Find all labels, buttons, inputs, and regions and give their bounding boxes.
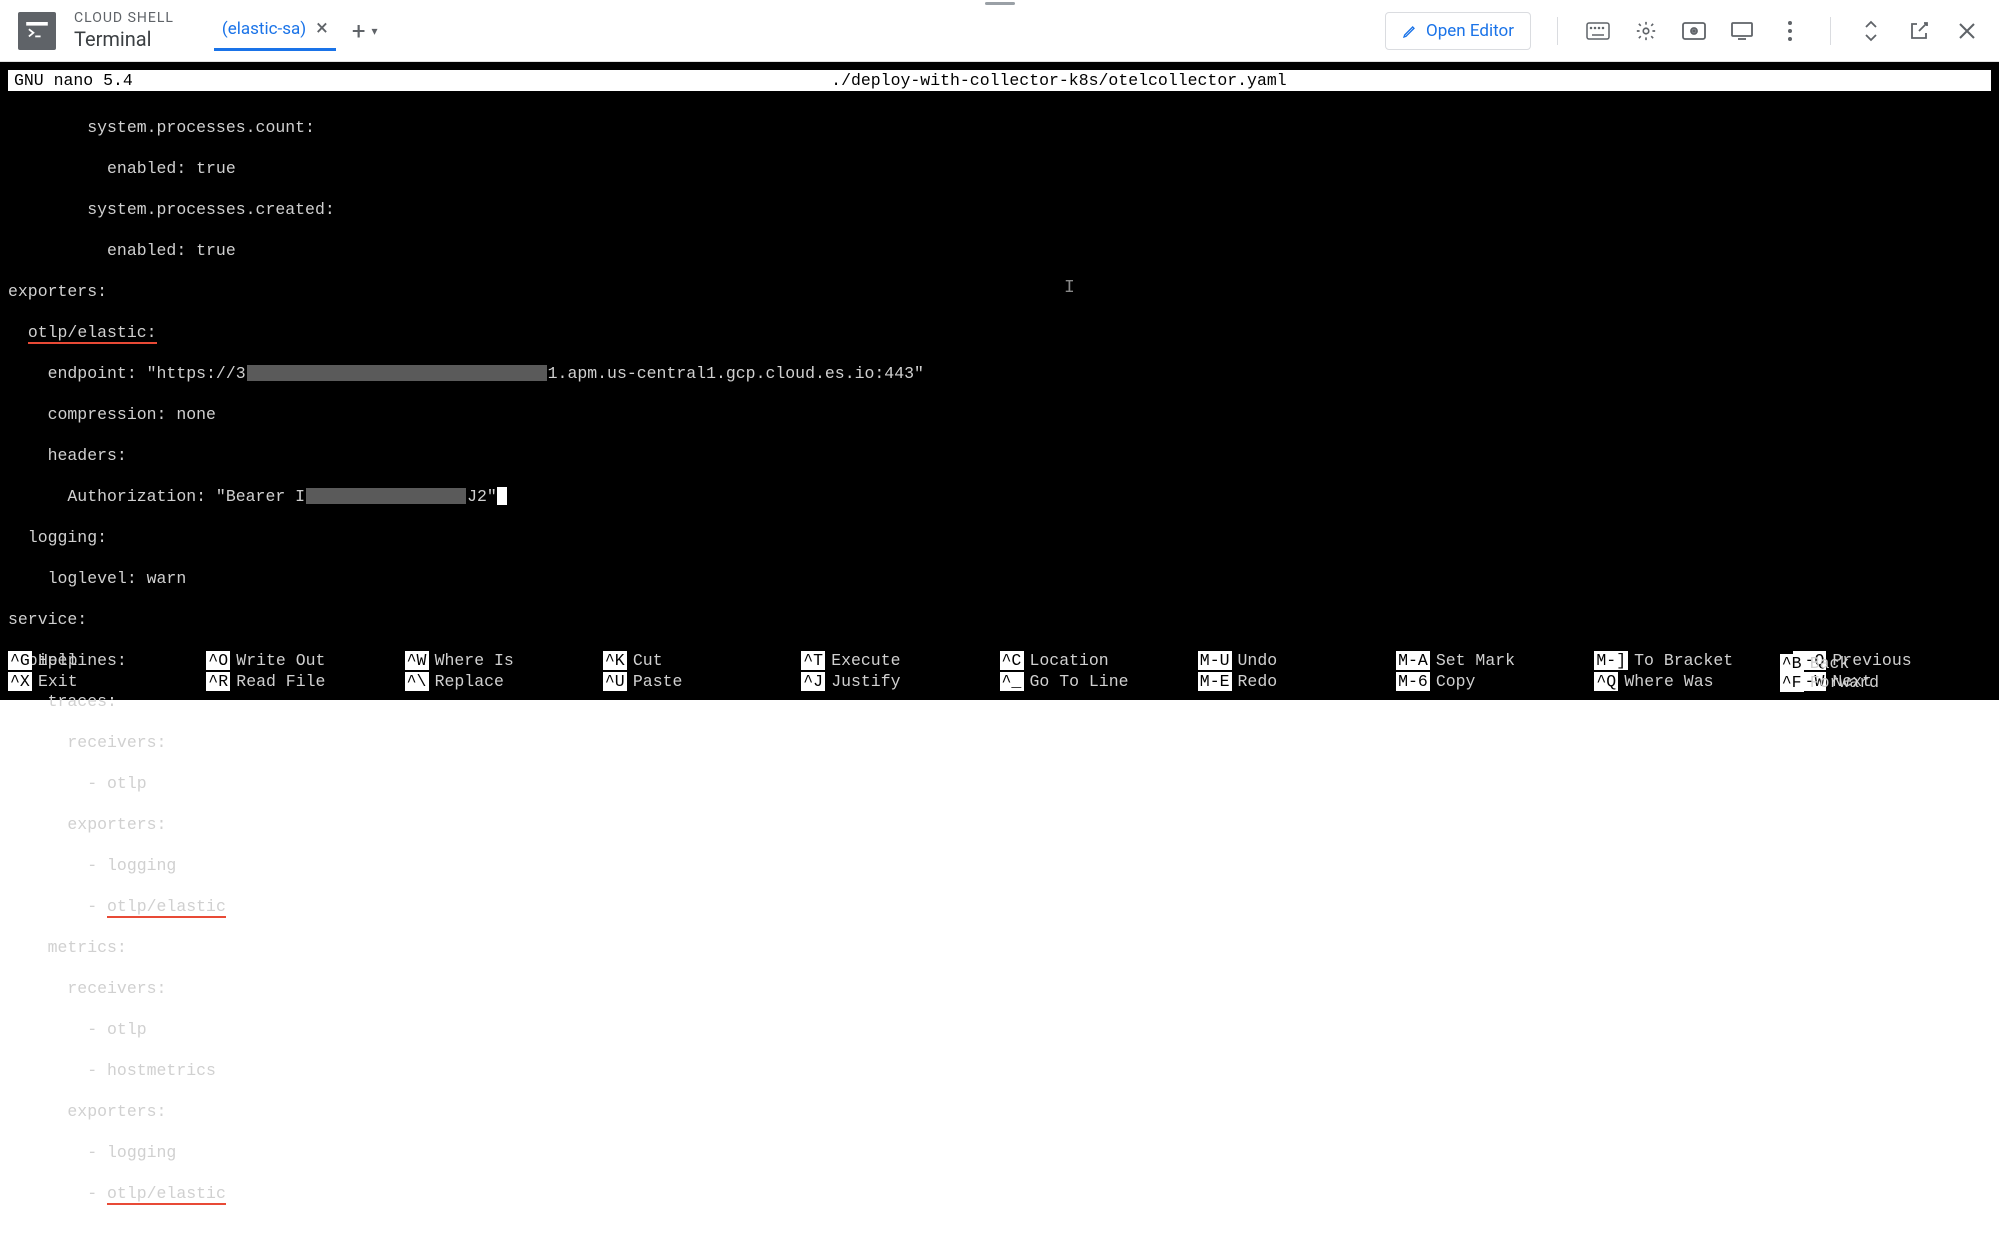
webpreview-icon[interactable]: [1680, 17, 1708, 45]
nano-cmd-paste[interactable]: ^UPaste: [603, 671, 801, 692]
tab-bar: (elastic-sa) × + ▾: [214, 0, 378, 62]
tab-label: (elastic-sa): [222, 19, 306, 39]
yaml-line: system.processes.count:: [8, 118, 1991, 139]
highlight-otlp-elastic: otlp/elastic:: [28, 323, 157, 344]
nano-cmd-replace[interactable]: ^\Replace: [405, 671, 603, 692]
nano-cmd-execute[interactable]: ^TExecute: [801, 650, 999, 671]
yaml-line: enabled: true: [8, 159, 1991, 180]
highlight-otlp-elastic: otlp/elastic: [107, 1184, 226, 1205]
more-icon[interactable]: [1776, 17, 1804, 45]
yaml-line: - otlp/elastic: [8, 897, 1991, 918]
cloud-shell-logo: [18, 12, 56, 50]
yaml-line: exporters:: [8, 815, 1991, 836]
yaml-line: endpoint: "https://31.apm.us-central1.gc…: [8, 364, 1991, 385]
yaml-line: logging:: [8, 528, 1991, 549]
nano-cmd-tobracket[interactable]: M-]To Bracket: [1594, 650, 1792, 671]
redacted-token: [306, 488, 466, 504]
terminal-icon: [26, 22, 48, 40]
yaml-line: receivers:: [8, 733, 1991, 754]
yaml-line: - otlp/elastic: [8, 1184, 1991, 1205]
add-tab-icon[interactable]: +: [352, 17, 366, 45]
header: CLOUD SHELL Terminal (elastic-sa) × + ▾ …: [0, 0, 1999, 62]
yaml-line: - hostmetrics: [8, 1061, 1991, 1082]
tab-elastic-sa[interactable]: (elastic-sa) ×: [214, 11, 336, 51]
nano-cmd-exit[interactable]: ^XExit: [8, 671, 206, 692]
yaml-line: otlp/elastic:: [8, 323, 1991, 344]
nano-titlebar: GNU nano 5.4 ./deploy-with-collector-k8s…: [8, 70, 1991, 91]
yaml-line: exporters:: [8, 1102, 1991, 1123]
open-editor-button[interactable]: Open Editor: [1385, 12, 1531, 50]
highlight-otlp-elastic: otlp/elastic: [107, 897, 226, 918]
keyboard-icon[interactable]: [1584, 17, 1612, 45]
yaml-line: - otlp: [8, 774, 1991, 795]
nano-cmd-justify[interactable]: ^JJustify: [801, 671, 999, 692]
text-cursor: [497, 487, 507, 505]
drag-handle[interactable]: [978, 0, 1022, 6]
mouse-text-cursor: I: [1064, 278, 1075, 298]
collapse-icon[interactable]: [1857, 17, 1885, 45]
close-icon[interactable]: ×: [316, 18, 328, 40]
open-new-window-icon[interactable]: [1905, 17, 1933, 45]
nano-cmd-whereis[interactable]: ^WWhere Is: [405, 650, 603, 671]
yaml-line: compression: none: [8, 405, 1991, 426]
nano-cmd-wherewas[interactable]: ^QWhere Was: [1594, 671, 1792, 692]
nano-file-path: ./deploy-with-collector-k8s/otelcollecto…: [133, 70, 1985, 91]
divider: [1557, 17, 1558, 45]
yaml-line: metrics:: [8, 938, 1991, 959]
close-icon[interactable]: [1953, 17, 1981, 45]
nano-footer: ^GHelp ^OWrite Out ^WWhere Is ^KCut ^TEx…: [8, 650, 1991, 692]
yaml-line: enabled: true: [8, 241, 1991, 262]
yaml-line: - logging: [8, 856, 1991, 877]
nano-cmd-cut[interactable]: ^KCut: [603, 650, 801, 671]
yaml-line: system.processes.created:: [8, 200, 1991, 221]
nano-cmd-help[interactable]: ^GHelp: [8, 650, 206, 671]
yaml-line: service:: [8, 610, 1991, 631]
yaml-line: - logging: [8, 1143, 1991, 1164]
pencil-icon: [1402, 23, 1418, 39]
open-editor-label: Open Editor: [1426, 21, 1514, 41]
title-block: CLOUD SHELL Terminal: [74, 10, 174, 51]
nano-cmd-redo[interactable]: M-ERedo: [1198, 671, 1396, 692]
yaml-line: exporters:: [8, 282, 1991, 303]
terminal-area[interactable]: GNU nano 5.4 ./deploy-with-collector-k8s…: [0, 62, 1999, 700]
divider: [1830, 17, 1831, 45]
yaml-line: traces:: [8, 692, 1991, 713]
nano-cmd-location[interactable]: ^CLocation: [1000, 650, 1198, 671]
nano-app-name: GNU nano 5.4: [14, 70, 133, 91]
nano-cmd-copy[interactable]: M-6Copy: [1396, 671, 1594, 692]
gear-icon[interactable]: [1632, 17, 1660, 45]
title-big: Terminal: [74, 27, 174, 51]
nano-cmd-forward[interactable]: ^FForward: [1780, 673, 1879, 692]
header-toolbar: Open Editor: [1385, 12, 1981, 50]
yaml-line: loglevel: warn: [8, 569, 1991, 590]
nano-cmd-readfile[interactable]: ^RRead File: [206, 671, 404, 692]
nano-footer-extra: ^BBack ^FForward: [1780, 654, 1879, 692]
nano-cmd-gotoline[interactable]: ^_Go To Line: [1000, 671, 1198, 692]
yaml-line: headers:: [8, 446, 1991, 467]
yaml-line: receivers:: [8, 979, 1991, 1000]
redacted-endpoint: [247, 365, 547, 381]
nano-cmd-undo[interactable]: M-UUndo: [1198, 650, 1396, 671]
nano-cmd-setmark[interactable]: M-ASet Mark: [1396, 650, 1594, 671]
yaml-line: - otlp: [8, 1020, 1991, 1041]
yaml-line: Authorization: "Bearer IJ2": [8, 487, 1991, 508]
monitor-icon[interactable]: [1728, 17, 1756, 45]
nano-cmd-back[interactable]: ^BBack: [1780, 654, 1879, 673]
title-small: CLOUD SHELL: [74, 10, 174, 27]
nano-cmd-writeout[interactable]: ^OWrite Out: [206, 650, 404, 671]
tab-dropdown-icon[interactable]: ▾: [372, 24, 378, 38]
